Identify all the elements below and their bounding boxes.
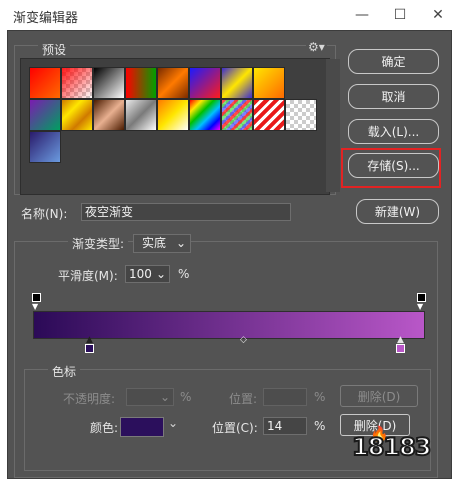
preset-swatch[interactable]: [29, 99, 61, 131]
preset-swatch[interactable]: [61, 99, 93, 131]
gradient-editor-window: 渐变编辑器 — ☐ ✕ 预设 ⚙▾ 确定 取消 载入(L)... 存储(S)..…: [0, 0, 457, 485]
preset-swatch[interactable]: [29, 131, 61, 163]
opacity-location-unit: %: [314, 390, 326, 404]
smoothness-unit: %: [178, 267, 190, 281]
opacity-location-label: 位置:: [229, 392, 258, 406]
preset-swatch[interactable]: [29, 67, 61, 99]
preset-swatch[interactable]: [285, 99, 317, 131]
new-button[interactable]: 新建(W): [356, 199, 439, 224]
location-input[interactable]: 14: [263, 417, 307, 435]
preset-swatch[interactable]: [125, 67, 157, 99]
preset-swatch[interactable]: [93, 67, 125, 99]
load-button[interactable]: 载入(L)...: [348, 119, 439, 144]
save-highlight-box: [341, 148, 441, 188]
gear-icon[interactable]: ⚙▾: [306, 40, 327, 54]
opacity-stop-pointer-icon: ▼: [417, 302, 424, 311]
close-button[interactable]: ✕: [419, 0, 457, 30]
opacity-stop-right[interactable]: [417, 293, 426, 302]
cancel-button[interactable]: 取消: [348, 84, 439, 109]
maximize-button[interactable]: ☐: [381, 0, 419, 30]
preset-swatch[interactable]: [93, 99, 125, 131]
opacity-stop-pointer-icon: ▼: [32, 302, 39, 311]
minimize-icon: —: [355, 7, 369, 23]
presets-scrollbar[interactable]: [326, 59, 340, 192]
smoothness-value: 100: [129, 267, 152, 281]
name-label: 名称(N):: [21, 207, 68, 221]
location-unit: %: [314, 419, 326, 433]
opacity-input: ⌄: [126, 388, 174, 406]
opacity-location-input: [263, 388, 307, 406]
minimize-button[interactable]: —: [343, 0, 381, 30]
gradient-type-select[interactable]: 实底 ⌄: [133, 234, 191, 253]
opacity-label: 不透明度:: [63, 392, 116, 406]
location-label: 位置(C):: [212, 421, 258, 435]
chevron-down-icon: ⌄: [175, 236, 186, 250]
preset-swatch[interactable]: [189, 99, 221, 131]
gradient-type-label: 渐变类型:: [68, 235, 129, 252]
preset-swatch[interactable]: [221, 67, 253, 99]
editor-panel: 预设 ⚙▾ 确定 取消 载入(L)... 存储(S)... 名称(N): 夜空渐…: [7, 30, 452, 479]
ok-button[interactable]: 确定: [348, 49, 439, 74]
presets-label: 预设: [38, 41, 71, 58]
color-stops-label: 色标: [48, 363, 81, 380]
midpoint-diamond-icon[interactable]: ◇: [240, 335, 247, 345]
color-label: 颜色:: [90, 421, 119, 435]
window-title: 渐变编辑器: [13, 11, 79, 26]
watermark-text: 18183: [351, 432, 432, 462]
smoothness-label: 平滑度(M):: [58, 269, 118, 283]
color-stop-right[interactable]: [396, 344, 405, 353]
opacity-unit: %: [180, 390, 192, 404]
preset-swatch[interactable]: [61, 67, 93, 99]
preset-swatch[interactable]: [157, 99, 189, 131]
preset-swatch[interactable]: [125, 99, 157, 131]
preset-swatch[interactable]: [253, 67, 285, 99]
opacity-delete-button: 删除(D): [340, 385, 418, 407]
smoothness-input[interactable]: 100 ⌄: [125, 265, 170, 283]
preset-swatch[interactable]: [189, 67, 221, 99]
preset-swatch[interactable]: [157, 67, 189, 99]
watermark-logo: 🔥 18183: [351, 425, 444, 473]
preset-swatch[interactable]: [221, 99, 253, 131]
title-bar: 渐变编辑器 — ☐ ✕: [0, 0, 457, 30]
maximize-icon: ☐: [393, 7, 407, 23]
name-input[interactable]: 夜空渐变: [81, 203, 291, 221]
color-swatch[interactable]: [120, 417, 164, 437]
color-stop-left[interactable]: [85, 344, 94, 353]
opacity-stop-left[interactable]: [32, 293, 41, 302]
preset-swatch-grid: [20, 58, 330, 195]
gradient-type-value: 实底: [142, 236, 167, 250]
close-icon: ✕: [432, 7, 444, 23]
chevron-down-icon: ⌄: [155, 267, 166, 281]
preset-swatch[interactable]: [253, 99, 285, 131]
chevron-down-icon[interactable]: ⌄: [168, 416, 178, 430]
chevron-down-icon: ⌄: [159, 390, 170, 404]
